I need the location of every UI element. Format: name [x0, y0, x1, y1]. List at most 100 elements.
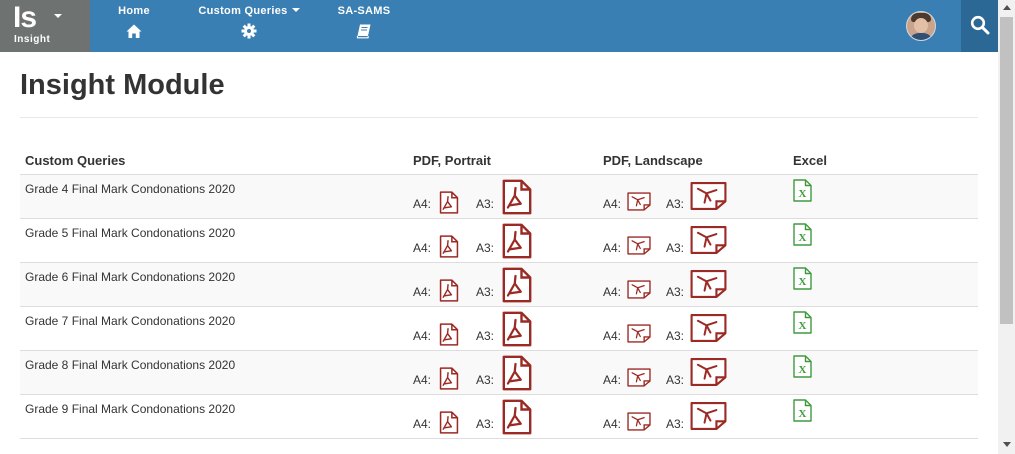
query-name: Grade 8 Final Mark Condonations 2020: [25, 358, 236, 372]
pdf-portrait-a4-icon[interactable]: [439, 235, 459, 263]
vertical-scrollbar[interactable]: [998, 0, 1015, 454]
scrollbar-thumb[interactable]: [1000, 17, 1013, 324]
a3-label: A3:: [666, 373, 685, 387]
scroll-down-icon[interactable]: [1003, 442, 1011, 447]
a3-label: A3:: [666, 329, 685, 343]
a4-label: A4:: [603, 417, 622, 431]
search-icon: [970, 15, 990, 35]
col-header-excel: Excel: [793, 153, 827, 168]
pdf-portrait-a3-icon[interactable]: [501, 179, 533, 220]
excel-icon[interactable]: X: [793, 179, 812, 207]
brand-menu[interactable]: Is Insight: [0, 0, 90, 52]
a4-label: A4:: [603, 329, 622, 343]
table-row: Grade 5 Final Mark Condonations 2020 A4: A…: [20, 219, 978, 263]
table-row: Grade 4 Final Mark Condonations 2020 A4: A…: [20, 175, 978, 219]
svg-text:X: X: [799, 276, 807, 288]
a4-label: A4:: [603, 197, 622, 211]
a3-label: A3:: [476, 373, 495, 387]
svg-text:X: X: [799, 364, 807, 376]
excel-icon[interactable]: X: [793, 399, 812, 427]
pdf-landscape-a3-icon[interactable]: [690, 181, 727, 216]
a4-label: A4:: [603, 285, 622, 299]
a4-label: A4:: [603, 373, 622, 387]
brand-logo: Is: [13, 1, 37, 34]
table-header: Custom Queries PDF, Portrait PDF, Landsc…: [20, 150, 978, 175]
svg-text:X: X: [799, 408, 807, 420]
queries-table: Custom Queries PDF, Portrait PDF, Landsc…: [20, 150, 978, 439]
user-avatar[interactable]: [906, 11, 936, 41]
nav-home[interactable]: Home: [112, 0, 156, 52]
table-row: Grade 7 Final Mark Condonations 2020 A4: A…: [20, 307, 978, 351]
query-name: Grade 5 Final Mark Condonations 2020: [25, 226, 236, 240]
col-header-custom-queries: Custom Queries: [25, 153, 126, 168]
a4-label: A4:: [413, 417, 432, 431]
a3-label: A3:: [666, 241, 685, 255]
pdf-landscape-a4-icon[interactable]: [627, 280, 651, 304]
page-title: Insight Module: [20, 69, 225, 101]
pdf-portrait-a3-icon[interactable]: [501, 355, 533, 396]
a4-label: A4:: [413, 373, 432, 387]
divider: [20, 117, 978, 118]
pdf-landscape-a4-icon[interactable]: [627, 324, 651, 348]
scroll-up-icon[interactable]: [1003, 5, 1011, 10]
a4-label: A4:: [603, 241, 622, 255]
table-row: Grade 6 Final Mark Condonations 2020 A4: A…: [20, 263, 978, 307]
svg-text:X: X: [799, 232, 807, 244]
pdf-landscape-a3-icon[interactable]: [690, 225, 727, 260]
table-row: Grade 9 Final Mark Condonations 2020 A4: A…: [20, 395, 978, 439]
pdf-portrait-a3-icon[interactable]: [501, 399, 533, 440]
top-navbar: Is Insight Home Custom Queries SA-SAMS: [0, 0, 998, 52]
pdf-portrait-a4-icon[interactable]: [439, 191, 459, 219]
a4-label: A4:: [413, 241, 432, 255]
a3-label: A3:: [666, 417, 685, 431]
query-name: Grade 4 Final Mark Condonations 2020: [25, 182, 236, 196]
nav-custom-queries[interactable]: Custom Queries: [190, 0, 308, 52]
svg-text:X: X: [799, 188, 807, 200]
pdf-landscape-a4-icon[interactable]: [627, 368, 651, 392]
a3-label: A3:: [476, 197, 495, 211]
nav-sa-sams[interactable]: SA-SAMS: [334, 0, 394, 52]
query-name: Grade 9 Final Mark Condonations 2020: [25, 402, 236, 416]
query-name: Grade 6 Final Mark Condonations 2020: [25, 270, 236, 284]
pdf-landscape-a3-icon[interactable]: [690, 269, 727, 304]
pdf-portrait-a3-icon[interactable]: [501, 267, 533, 308]
excel-icon[interactable]: X: [793, 223, 812, 251]
gear-icon: [241, 23, 257, 39]
pdf-portrait-a4-icon[interactable]: [439, 279, 459, 307]
pdf-landscape-a3-icon[interactable]: [690, 401, 727, 436]
pdf-portrait-a4-icon[interactable]: [439, 411, 459, 439]
pdf-portrait-a3-icon[interactable]: [501, 223, 533, 264]
pdf-portrait-a3-icon[interactable]: [501, 311, 533, 352]
pdf-landscape-a4-icon[interactable]: [627, 192, 651, 216]
chevron-down-icon: [54, 14, 62, 18]
search-button[interactable]: [961, 0, 998, 52]
a3-label: A3:: [476, 417, 495, 431]
a3-label: A3:: [476, 285, 495, 299]
svg-text:X: X: [799, 320, 807, 332]
a4-label: A4:: [413, 329, 432, 343]
query-name: Grade 7 Final Mark Condonations 2020: [25, 314, 236, 328]
brand-subtitle: Insight: [14, 34, 51, 45]
col-header-pdf-landscape: PDF, Landscape: [603, 153, 703, 168]
a3-label: A3:: [476, 241, 495, 255]
pdf-landscape-a3-icon[interactable]: [690, 357, 727, 392]
excel-icon[interactable]: X: [793, 355, 812, 383]
a4-label: A4:: [413, 197, 432, 211]
pdf-landscape-a4-icon[interactable]: [627, 236, 651, 260]
col-header-pdf-portrait: PDF, Portrait: [413, 153, 492, 168]
pdf-landscape-a4-icon[interactable]: [627, 412, 651, 436]
nav-sa-sams-label: SA-SAMS: [337, 5, 391, 17]
excel-icon[interactable]: X: [793, 267, 812, 295]
chevron-down-icon: [291, 8, 300, 12]
nav-custom-queries-label: Custom Queries: [198, 5, 288, 17]
home-icon: [126, 24, 142, 38]
nav-home-label: Home: [118, 5, 150, 17]
excel-icon[interactable]: X: [793, 311, 812, 339]
pdf-landscape-a3-icon[interactable]: [690, 313, 727, 348]
book-icon: [356, 24, 371, 39]
pdf-portrait-a4-icon[interactable]: [439, 367, 459, 395]
a4-label: A4:: [413, 285, 432, 299]
a3-label: A3:: [476, 329, 495, 343]
a3-label: A3:: [666, 197, 685, 211]
pdf-portrait-a4-icon[interactable]: [439, 323, 459, 351]
